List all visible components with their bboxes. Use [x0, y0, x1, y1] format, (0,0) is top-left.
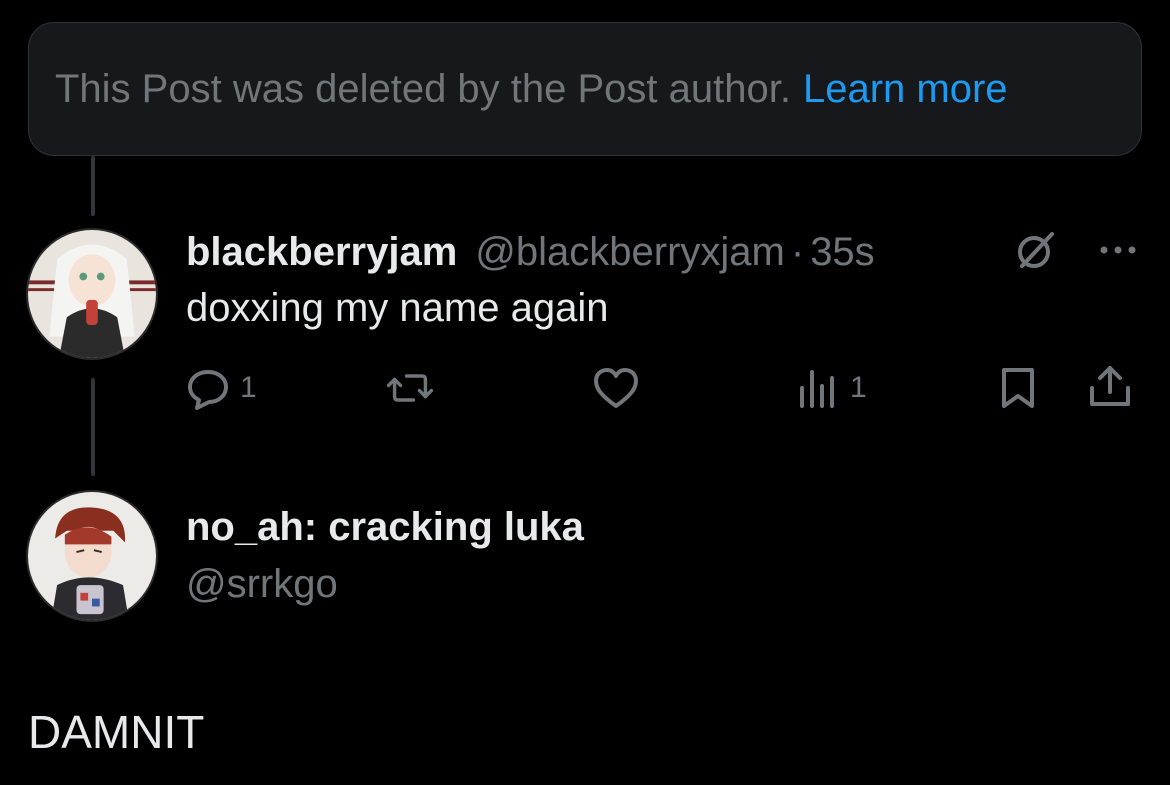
reply-author-display-name[interactable]: no_ah: cracking luka — [186, 505, 584, 550]
bookmark-button[interactable] — [994, 364, 1042, 412]
views-icon — [800, 370, 834, 408]
post-timestamp[interactable]: 35s — [810, 230, 875, 275]
post-actions: 1 1 — [0, 362, 1170, 418]
deleted-post-notice: This Post was deleted by the Post author… — [28, 22, 1142, 156]
bookmark-icon — [1002, 368, 1034, 408]
views-count: 1 — [850, 371, 867, 404]
reply-button[interactable]: 1 — [184, 364, 257, 412]
repost-icon — [386, 374, 434, 402]
post-header: blackberryjam @blackberryxjam · 35s — [186, 224, 875, 280]
deleted-notice-text: This Post was deleted by the Post author… — [55, 66, 791, 111]
no-sign-icon — [1018, 232, 1054, 268]
reply-text: DAMNIT — [28, 706, 205, 758]
separator-dot: · — [790, 229, 805, 274]
like-button[interactable] — [592, 364, 648, 412]
reply-icon — [188, 370, 228, 410]
more-icon[interactable] — [1094, 230, 1142, 270]
user-handle[interactable]: @blackberryxjam — [475, 230, 785, 275]
like-icon — [594, 368, 638, 408]
reply-author-handle[interactable]: @srrkgo — [186, 562, 338, 607]
views-button[interactable]: 1 — [794, 364, 867, 412]
avatar[interactable] — [26, 228, 158, 360]
avatar[interactable] — [26, 490, 158, 622]
learn-more-link[interactable]: Learn more — [803, 67, 1008, 112]
display-name[interactable]: blackberryjam — [186, 230, 457, 275]
repost-button[interactable] — [386, 364, 442, 412]
post-text: doxxing my name again — [186, 286, 609, 330]
reply-count: 1 — [240, 371, 257, 404]
share-icon — [1090, 366, 1130, 406]
share-button[interactable] — [1086, 362, 1134, 410]
thread-connector-line — [91, 156, 95, 216]
